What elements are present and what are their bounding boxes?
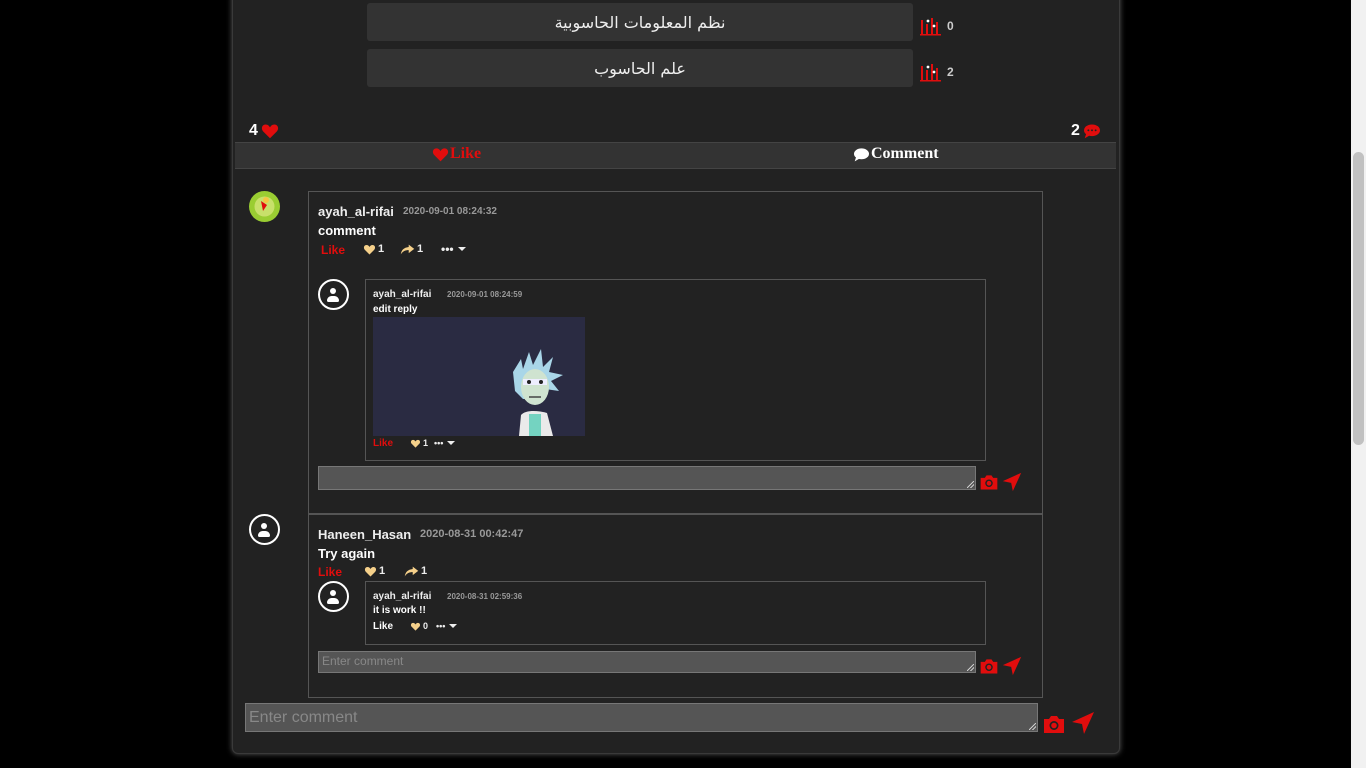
reply-avatar[interactable] [318, 581, 349, 612]
comment-bubble-icon [854, 147, 869, 161]
comment-reactions[interactable]: 1 [364, 565, 385, 577]
reply-author[interactable]: ayah_al-rifai [373, 591, 431, 602]
comment-more-menu[interactable]: ••• [441, 242, 466, 256]
camera-icon[interactable] [1042, 713, 1066, 735]
comment-timestamp: 2020-09-01 08:24:32 [403, 206, 497, 217]
comment-share-count: 1 [421, 565, 428, 577]
reply-like-button[interactable]: Like [373, 438, 393, 449]
heart-icon [410, 439, 421, 448]
resize-handle[interactable] [967, 481, 974, 488]
send-icon[interactable] [1002, 656, 1022, 676]
more-dots-icon: ••• [436, 621, 446, 631]
send-icon[interactable] [1071, 711, 1095, 735]
reply-timestamp: 2020-09-01 08:24:59 [447, 290, 523, 299]
camera-icon[interactable] [979, 657, 999, 675]
poll-bars-icon [920, 64, 941, 82]
comment-share[interactable]: 1 [404, 565, 427, 577]
poll-option-label: علم الحاسوب [594, 58, 686, 78]
poll-option-2[interactable]: علم الحاسوب [367, 49, 913, 87]
more-dots-icon: ••• [441, 242, 454, 256]
comment-text: comment [318, 223, 376, 238]
comment-author[interactable]: ayah_al-rifai [318, 204, 394, 219]
reply-like-count: 1 [423, 438, 429, 448]
reply-input-placeholder: Enter comment [322, 654, 404, 668]
poll-count: 0 [947, 19, 954, 33]
avatar[interactable] [249, 191, 280, 222]
comment-like-button[interactable]: Like [321, 243, 345, 257]
post-action-bar [235, 142, 1116, 169]
share-arrow-icon [400, 244, 415, 254]
main-comment-input[interactable]: Enter comment [245, 703, 1038, 732]
reply-reactions[interactable]: 1 [410, 438, 428, 448]
scrollbar-thumb[interactable] [1353, 152, 1364, 445]
comment-timestamp: 2020-08-31 00:42:47 [420, 528, 524, 540]
comment-share[interactable]: 1 [400, 243, 423, 255]
comment-bubble-icon [1083, 124, 1100, 139]
reply-card [365, 581, 986, 645]
reply-input[interactable]: Enter comment [318, 651, 976, 673]
comment-like-button[interactable]: Like [318, 565, 342, 579]
reply-input[interactable] [318, 466, 976, 490]
resize-handle[interactable] [967, 664, 974, 671]
poll-bars-icon [920, 18, 941, 36]
comment-like-count: 1 [378, 243, 385, 255]
heart-icon [364, 566, 377, 576]
reply-more-menu[interactable]: ••• [434, 438, 456, 448]
comment-post-label: Comment [871, 145, 939, 162]
reply-text: it is work !! [373, 605, 426, 616]
comment-like-count: 1 [379, 565, 386, 577]
comments-count-text: 2 [1071, 122, 1080, 139]
reply-like-count: 0 [423, 621, 429, 631]
post-likes-count: 4 [249, 122, 279, 140]
heart-icon [432, 147, 449, 161]
comment-post-button[interactable]: Comment [853, 145, 939, 163]
reply-author[interactable]: ayah_al-rifai [373, 289, 431, 300]
resize-handle[interactable] [1029, 723, 1036, 730]
comment-text: Try again [318, 546, 376, 561]
likes-count-text: 4 [249, 122, 258, 139]
reply-timestamp: 2020-08-31 02:59:36 [447, 592, 523, 601]
main-comment-placeholder: Enter comment [249, 709, 358, 726]
avatar[interactable] [249, 514, 280, 545]
like-post-label: Like [450, 145, 482, 162]
share-arrow-icon [404, 566, 419, 576]
comment-reactions[interactable]: 1 [363, 243, 384, 255]
comment-share-count: 1 [417, 243, 424, 255]
more-dots-icon: ••• [434, 438, 444, 448]
heart-icon [363, 244, 376, 254]
like-post-button[interactable]: Like [432, 145, 481, 163]
camera-icon[interactable] [979, 473, 999, 491]
poll-count: 2 [947, 65, 954, 79]
reply-more-menu[interactable]: ••• [436, 621, 458, 631]
send-icon[interactable] [1002, 472, 1022, 492]
heart-icon [261, 124, 278, 139]
poll-option-1[interactable]: نظم المعلومات الحاسوبية [367, 3, 913, 41]
comment-author[interactable]: Haneen_Hasan [318, 527, 411, 542]
post-comments-count: 2 [1071, 122, 1101, 140]
poll-option-label: نظم المعلومات الحاسوبية [554, 12, 726, 32]
heart-icon [410, 622, 421, 631]
reply-text: edit reply [373, 304, 418, 315]
page-scrollbar[interactable] [1351, 0, 1366, 768]
reply-image[interactable] [373, 317, 585, 436]
reply-reactions[interactable]: 0 [410, 621, 428, 631]
reply-avatar[interactable] [318, 279, 349, 310]
reply-like-button[interactable]: Like [373, 621, 393, 632]
